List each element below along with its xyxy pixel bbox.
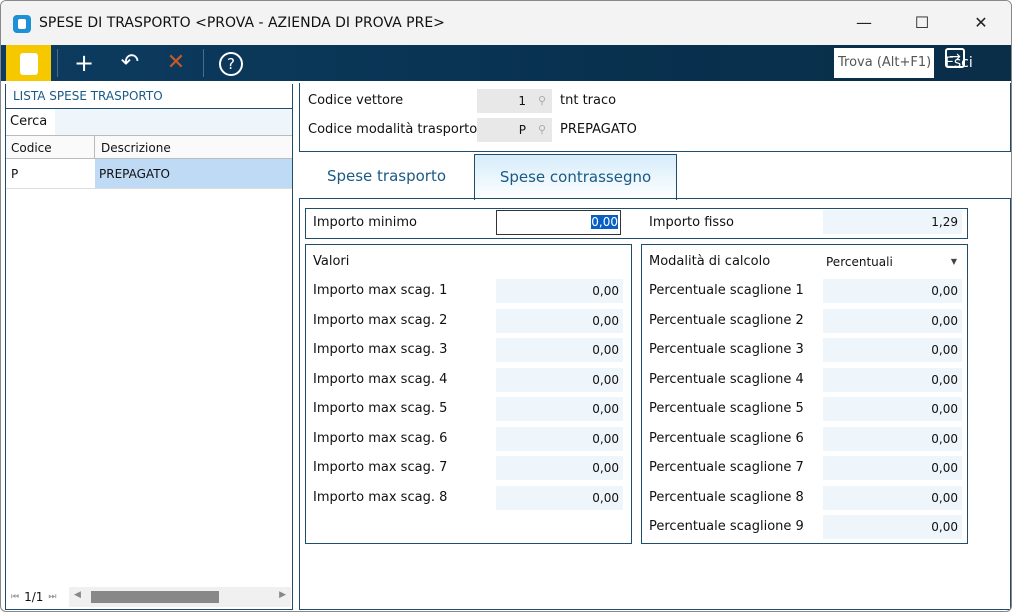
- chevron-down-icon: ▼: [950, 257, 957, 266]
- delete-button[interactable]: ✕: [156, 45, 196, 81]
- list-title: LISTA SPESE TRASPORTO: [6, 84, 292, 109]
- minimize-button[interactable]: —: [844, 9, 884, 37]
- mode-name: PREPAGATO: [560, 122, 637, 137]
- percent-input[interactable]: 0,00: [823, 338, 962, 362]
- maximize-button[interactable]: ☐: [902, 9, 942, 37]
- percent-label: Percentuale scaglione 9: [649, 519, 804, 534]
- percent-label: Percentuale scaglione 2: [649, 312, 804, 328]
- min-amount-value: 0,00: [591, 215, 618, 229]
- tab-spese-trasporto[interactable]: Spese trasporto: [299, 154, 474, 199]
- calc-mode-select[interactable]: Percentuali ▼: [823, 250, 962, 274]
- carrier-label: Codice vettore: [308, 93, 404, 108]
- column-header-codice[interactable]: Codice: [6, 136, 95, 158]
- percent-input[interactable]: 0,00: [823, 515, 962, 539]
- help-icon: ?: [219, 52, 243, 76]
- max-amount-label: Importo max scag. 7: [313, 460, 448, 475]
- mode-code: P: [518, 123, 526, 137]
- row-desc: PREPAGATO: [95, 159, 292, 188]
- pager: ⏮ 1/1 ⏭ ◀ ▶: [6, 585, 292, 609]
- window-title: SPESE DI TRASPORTO <PROVA - AZIENDA DI P…: [39, 15, 445, 31]
- header-panel: Codice vettore 1 ⚲ tnt traco Codice modal…: [299, 83, 1011, 152]
- percent-label: Percentuale scaglione 3: [649, 342, 804, 357]
- fixed-amount-label: Importo fisso: [649, 215, 734, 230]
- search-input[interactable]: [55, 109, 292, 135]
- percent-input[interactable]: 0,00: [823, 367, 962, 392]
- max-amount-label: Importo max scag. 1: [313, 283, 448, 298]
- list-panel: LISTA SPESE TRASPORTO Cerca Codice Descri…: [5, 84, 293, 610]
- close-button[interactable]: ✕: [961, 9, 1001, 37]
- table-row[interactable]: P PREPAGATO: [6, 159, 292, 189]
- exit-icon: →: [945, 48, 965, 68]
- max-amount-label: Importo max scag. 2: [313, 312, 448, 328]
- max-amount-label: Importo max scag. 4: [313, 371, 448, 387]
- undo-button[interactable]: ↶: [110, 45, 150, 81]
- percent-label: Percentuale scaglione 5: [649, 401, 804, 416]
- window: SPESE DI TRASPORTO <PROVA - AZIENDA DI P…: [0, 0, 1012, 612]
- max-amount-label: Importo max scag. 3: [313, 342, 448, 357]
- min-amount-label: Importo minimo: [313, 215, 417, 230]
- column-header-descrizione[interactable]: Descrizione: [95, 136, 171, 158]
- title-bar: SPESE DI TRASPORTO <PROVA - AZIENDA DI P…: [1, 1, 1011, 45]
- max-amount-input[interactable]: 0,00: [496, 426, 623, 451]
- percent-input[interactable]: 0,00: [823, 308, 962, 333]
- max-amount-input[interactable]: 0,00: [496, 279, 623, 303]
- max-amount-input[interactable]: 0,00: [496, 456, 623, 480]
- x-icon: ✕: [166, 50, 186, 75]
- calc-mode-value: Percentuali: [826, 255, 893, 269]
- row-code: P: [11, 167, 19, 181]
- fixed-amount-input[interactable]: 1,29: [823, 210, 962, 234]
- find-input[interactable]: Trova (Alt+F1): [834, 48, 934, 78]
- percent-input[interactable]: 0,00: [823, 397, 962, 421]
- percent-input[interactable]: 0,00: [823, 485, 962, 510]
- max-amount-input[interactable]: 0,00: [496, 338, 623, 362]
- max-amount-input[interactable]: 0,00: [496, 397, 623, 421]
- exit-button[interactable]: → Esci: [945, 48, 973, 78]
- max-amount-label: Importo max scag. 5: [313, 401, 448, 416]
- horizontal-scrollbar[interactable]: ◀ ▶: [69, 587, 291, 607]
- page-indicator: 1/1: [24, 590, 44, 604]
- carrier-code-field[interactable]: 1 ⚲: [477, 89, 552, 113]
- carrier-name: tnt traco: [560, 93, 617, 108]
- add-button[interactable]: +: [64, 45, 104, 81]
- percent-input[interactable]: 0,00: [823, 279, 962, 303]
- percent-input[interactable]: 0,00: [823, 426, 962, 451]
- min-amount-input[interactable]: 0,00: [496, 210, 621, 235]
- plus-icon: +: [73, 49, 95, 77]
- mode-code-field[interactable]: P ⚲: [477, 118, 552, 142]
- max-amount-label: Importo max scag. 6: [313, 430, 448, 446]
- search-label: Cerca: [10, 114, 48, 129]
- carrier-code: 1: [518, 94, 526, 108]
- calc-mode-label: Modalità di calcolo: [649, 254, 771, 269]
- search-icon[interactable]: ⚲: [538, 89, 546, 113]
- percent-label: Percentuale scaglione 1: [649, 283, 804, 298]
- app-logo-icon: [13, 15, 31, 33]
- max-amount-label: Importo max scag. 8: [313, 489, 448, 505]
- panel-icon: [19, 53, 38, 75]
- percent-label: Percentuale scaglione 4: [649, 371, 804, 387]
- tab-spese-contrassegno[interactable]: Spese contrassegno: [474, 154, 677, 200]
- help-button[interactable]: ?: [211, 45, 251, 81]
- values-title: Valori: [313, 254, 350, 269]
- panel-toggle-button[interactable]: [6, 45, 51, 81]
- scroll-thumb[interactable]: [91, 591, 219, 603]
- first-page-icon[interactable]: ⏮: [11, 592, 19, 602]
- undo-icon: ↶: [120, 50, 140, 75]
- percent-label: Percentuale scaglione 6: [649, 430, 804, 446]
- max-amount-input[interactable]: 0,00: [496, 367, 623, 392]
- percent-label: Percentuale scaglione 8: [649, 489, 804, 505]
- scroll-left-icon[interactable]: ◀: [74, 590, 81, 600]
- max-amount-input[interactable]: 0,00: [496, 308, 623, 333]
- mode-label: Codice modalità trasporto: [308, 122, 478, 137]
- search-icon[interactable]: ⚲: [538, 118, 546, 142]
- scroll-right-icon[interactable]: ▶: [279, 590, 286, 600]
- percent-label: Percentuale scaglione 7: [649, 460, 804, 475]
- last-page-icon[interactable]: ⏭: [48, 592, 56, 602]
- percent-input[interactable]: 0,00: [823, 456, 962, 480]
- max-amount-input[interactable]: 0,00: [496, 485, 623, 510]
